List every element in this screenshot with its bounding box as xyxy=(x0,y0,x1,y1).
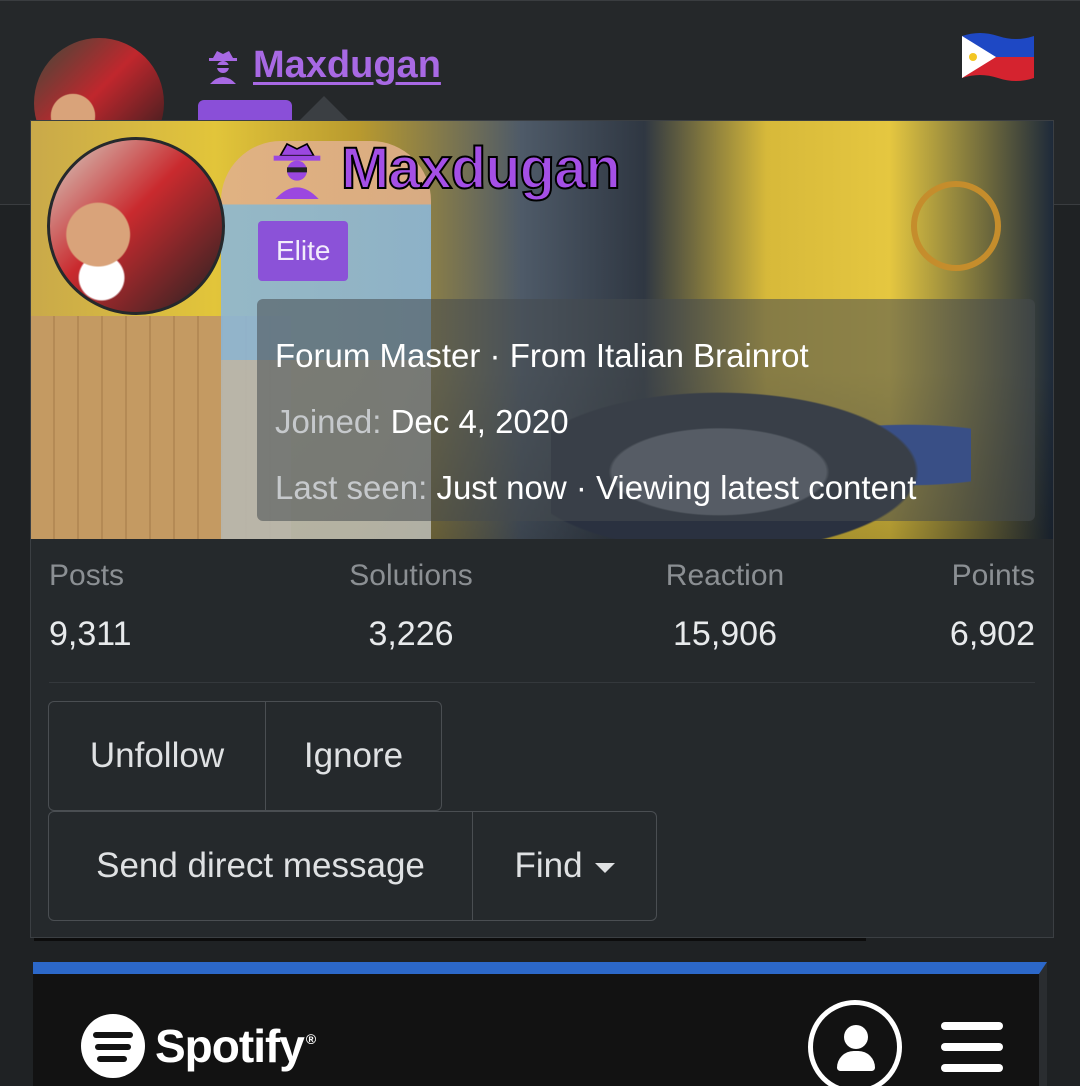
member-location[interactable]: From Italian Brainrot xyxy=(510,337,809,374)
stat-value: 3,226 xyxy=(368,615,454,653)
chevron-down-icon xyxy=(594,863,615,873)
spy-icon xyxy=(209,50,237,84)
stat-label: Solutions xyxy=(349,559,473,592)
joined-label: Joined: xyxy=(275,403,382,440)
unfollow-button[interactable]: Unfollow xyxy=(48,701,266,811)
ignore-button[interactable]: Ignore xyxy=(266,701,442,811)
profile-avatar[interactable] xyxy=(47,137,225,315)
member-title-line: Forum Master · From Italian Brainrot xyxy=(275,323,1017,389)
stat-value: 15,906 xyxy=(673,615,777,653)
joined-date: Dec 4, 2020 xyxy=(390,403,569,440)
stat-value: 9,311 xyxy=(49,615,132,653)
last-seen-label: Last seen: xyxy=(275,469,428,506)
spotify-embed: Spotify ® xyxy=(33,962,1047,1086)
user-title-badge: Elite xyxy=(258,221,349,281)
member-rank: Forum Master xyxy=(275,337,481,374)
separator: · xyxy=(480,337,510,374)
joined-line: Joined: Dec 4, 2020 xyxy=(275,389,1017,455)
separator: · xyxy=(566,469,597,506)
stat-value: 6,902 xyxy=(949,615,1035,653)
find-dropdown-button[interactable]: Find xyxy=(473,811,657,921)
member-info-panel: Forum Master · From Italian Brainrot Joi… xyxy=(257,299,1035,521)
stat-points[interactable]: Points 6,902 xyxy=(950,559,1035,654)
username-text: Maxdugan xyxy=(340,135,622,202)
member-stats: Posts 9,311 Solutions 3,226 Reaction 15,… xyxy=(49,559,1035,683)
spotify-logo[interactable]: Spotify ® xyxy=(81,1014,316,1078)
philippines-flag-icon xyxy=(962,33,1034,81)
header-user: Maxdugan xyxy=(205,44,441,87)
find-label: Find xyxy=(514,846,583,885)
popover-caret xyxy=(300,96,348,120)
spotify-wordmark: Spotify xyxy=(155,1020,305,1072)
member-tooltip-card: Maxdugan Elite Forum Master · From Itali… xyxy=(30,120,1054,938)
spotify-logo-icon xyxy=(81,1014,145,1078)
last-seen-line: Last seen: Just now · Viewing latest con… xyxy=(275,455,1017,521)
user-icon[interactable] xyxy=(808,1000,902,1086)
stat-reaction[interactable]: Reaction 15,906 xyxy=(615,559,835,654)
divider xyxy=(34,938,866,941)
username-link[interactable]: Maxdugan xyxy=(253,44,441,87)
last-activity[interactable]: Viewing latest content xyxy=(596,469,916,506)
stat-label: Posts xyxy=(49,559,125,592)
trademark-symbol: ® xyxy=(305,1031,316,1047)
stat-label: Reaction xyxy=(665,559,785,592)
profile-username[interactable]: Maxdugan xyxy=(267,135,622,202)
stat-posts[interactable]: Posts 9,311 xyxy=(49,559,132,654)
menu-icon[interactable] xyxy=(941,1022,1003,1072)
last-seen-time: Just now xyxy=(436,469,567,506)
stat-solutions[interactable]: Solutions 3,226 xyxy=(311,559,511,654)
send-message-button[interactable]: Send direct message xyxy=(48,811,473,921)
spy-icon xyxy=(273,142,321,199)
stat-label: Points xyxy=(951,559,1035,592)
